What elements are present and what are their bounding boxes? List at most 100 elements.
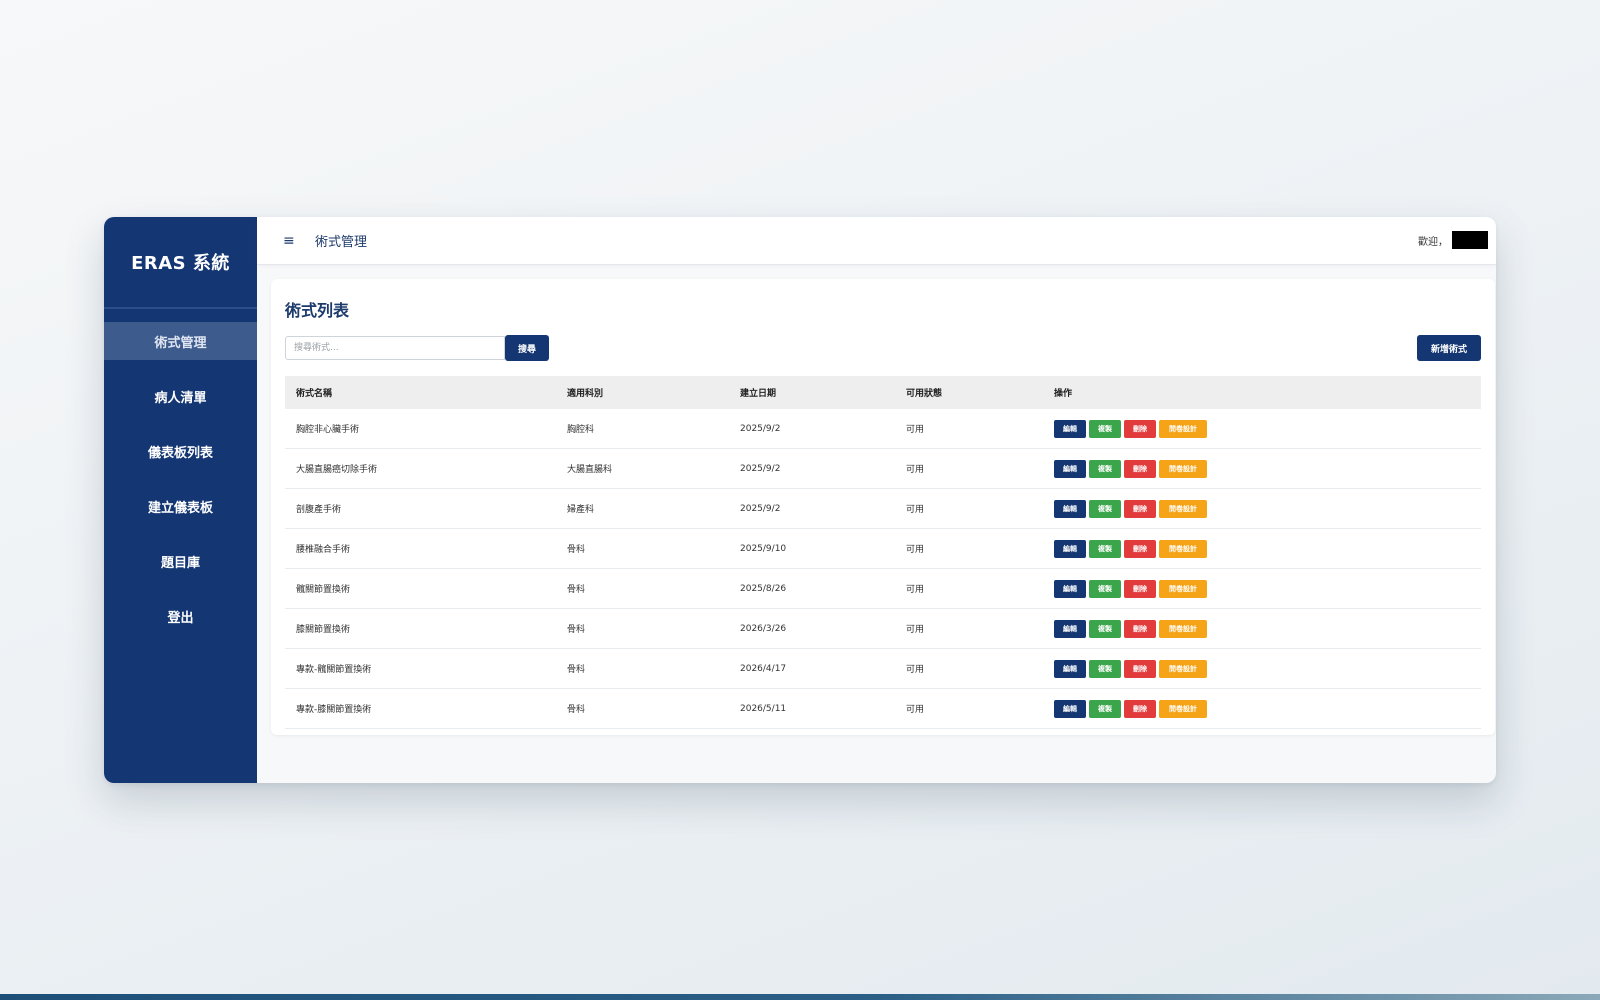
procedure-list-card: 術式列表 搜尋 新增術式 術式名稱 適用科別 建立日期 可用狀態 操作: [271, 279, 1495, 735]
copy-button[interactable]: 複製: [1089, 539, 1121, 558]
main-area: ≡ 術式管理 歡迎， 術式列表 搜尋 新增術式 術式名稱: [257, 217, 1496, 783]
cell-department: 骨科: [556, 528, 729, 569]
column-header-status: 可用狀態: [906, 389, 943, 399]
row-actions: 編輯 複製 刪除 問卷設計: [1054, 659, 1481, 678]
copy-button[interactable]: 複製: [1089, 419, 1121, 438]
cell-department: 骨科: [556, 688, 729, 729]
column-header-name: 術式名稱: [296, 389, 333, 399]
table-row: 專款-髖關節置換術 骨科 2026/4/17 可用 編輯 複製 刪除 問卷設計: [285, 648, 1481, 689]
cell-department: 骨科: [556, 608, 729, 649]
table-row: 胸腔非心臟手術 胸腔科 2025/9/2 可用 編輯 複製 刪除 問卷設計: [285, 409, 1481, 449]
table-header-row: 術式名稱 適用科別 建立日期 可用狀態 操作: [285, 376, 1481, 409]
cell-actions: 編輯 複製 刪除 問卷設計: [1043, 648, 1481, 689]
survey-design-button[interactable]: 問卷設計: [1159, 579, 1207, 598]
copy-button[interactable]: 複製: [1089, 619, 1121, 638]
cell-date: 2025/8/26: [729, 568, 895, 609]
cell-date: 2026/3/26: [729, 608, 895, 649]
cell-department: 骨科: [556, 568, 729, 609]
search-input[interactable]: [285, 336, 505, 360]
edit-button[interactable]: 編輯: [1054, 579, 1086, 598]
delete-button[interactable]: 刪除: [1124, 699, 1156, 718]
brand-logo: ERAS 系統: [104, 217, 257, 309]
copy-button[interactable]: 複製: [1089, 659, 1121, 678]
cell-date: 2026/5/11: [729, 688, 895, 729]
survey-design-button[interactable]: 問卷設計: [1159, 619, 1207, 638]
row-actions: 編輯 複製 刪除 問卷設計: [1054, 699, 1481, 718]
delete-button[interactable]: 刪除: [1124, 459, 1156, 478]
page-title: 術式管理: [315, 235, 368, 250]
survey-design-button[interactable]: 問卷設計: [1159, 539, 1207, 558]
cell-department: 胸腔科: [556, 409, 729, 449]
survey-design-button[interactable]: 問卷設計: [1159, 659, 1207, 678]
cell-name: 腰椎融合手術: [285, 528, 556, 569]
edit-button[interactable]: 編輯: [1054, 619, 1086, 638]
cell-status: 可用: [895, 688, 1043, 729]
sidebar-item-dashboard-list[interactable]: 儀表板列表: [104, 432, 257, 470]
toolbar: 搜尋 新增術式: [285, 335, 1481, 361]
cell-name: 大腸直腸癌切除手術: [285, 448, 556, 489]
delete-button[interactable]: 刪除: [1124, 659, 1156, 678]
table-row: 腰椎融合手術 骨科 2025/9/10 可用 編輯 複製 刪除 問卷設計: [285, 528, 1481, 569]
cell-date: 2026/4/17: [729, 648, 895, 689]
cell-status: 可用: [895, 568, 1043, 609]
cell-department: 骨科: [556, 648, 729, 689]
row-actions: 編輯 複製 刪除 問卷設計: [1054, 419, 1481, 438]
edit-button[interactable]: 編輯: [1054, 539, 1086, 558]
procedure-table: 術式名稱 適用科別 建立日期 可用狀態 操作 胸腔非心臟手術 胸腔科 2025/9/…: [285, 376, 1481, 729]
cell-department: 婦產科: [556, 488, 729, 529]
edit-button[interactable]: 編輯: [1054, 659, 1086, 678]
add-procedure-button[interactable]: 新增術式: [1417, 335, 1481, 361]
copy-button[interactable]: 複製: [1089, 459, 1121, 478]
welcome-text: 歡迎，: [1418, 236, 1448, 248]
cell-name: 膝關節置換術: [285, 608, 556, 649]
delete-button[interactable]: 刪除: [1124, 419, 1156, 438]
copy-button[interactable]: 複製: [1089, 699, 1121, 718]
cell-status: 可用: [895, 648, 1043, 689]
row-actions: 編輯 複製 刪除 問卷設計: [1054, 499, 1481, 518]
table-row: 髖關節置換術 骨科 2025/8/26 可用 編輯 複製 刪除 問卷設計: [285, 568, 1481, 609]
sidebar-item-procedure-management[interactable]: 術式管理: [104, 322, 257, 360]
survey-design-button[interactable]: 問卷設計: [1159, 499, 1207, 518]
user-welcome: 歡迎，: [1418, 231, 1488, 249]
cell-actions: 編輯 複製 刪除 問卷設計: [1043, 568, 1481, 609]
sidebar-item-patient-list[interactable]: 病人清單: [104, 377, 257, 415]
edit-button[interactable]: 編輯: [1054, 419, 1086, 438]
cell-actions: 編輯 複製 刪除 問卷設計: [1043, 488, 1481, 529]
copy-button[interactable]: 複製: [1089, 579, 1121, 598]
survey-design-button[interactable]: 問卷設計: [1159, 419, 1207, 438]
edit-button[interactable]: 編輯: [1054, 699, 1086, 718]
column-header-actions: 操作: [1054, 389, 1073, 399]
edit-button[interactable]: 編輯: [1054, 459, 1086, 478]
card-title: 術式列表: [285, 301, 350, 320]
cell-actions: 編輯 複製 刪除 問卷設計: [1043, 688, 1481, 729]
row-actions: 編輯 複製 刪除 問卷設計: [1054, 539, 1481, 558]
delete-button[interactable]: 刪除: [1124, 499, 1156, 518]
survey-design-button[interactable]: 問卷設計: [1159, 699, 1207, 718]
delete-button[interactable]: 刪除: [1124, 619, 1156, 638]
table-row: 專款-膝關節置換術 骨科 2026/5/11 可用 編輯 複製 刪除 問卷設計: [285, 688, 1481, 729]
cell-name: 剖腹產手術: [285, 488, 556, 529]
sidebar-item-create-dashboard[interactable]: 建立儀表板: [104, 487, 257, 525]
row-actions: 編輯 複製 刪除 問卷設計: [1054, 619, 1481, 638]
app-window: ERAS 系統 術式管理病人清單儀表板列表建立儀表板題目庫登出 ≡ 術式管理 歡…: [104, 217, 1496, 783]
survey-design-button[interactable]: 問卷設計: [1159, 459, 1207, 478]
sidebar-item-logout[interactable]: 登出: [104, 597, 257, 635]
sidebar-item-question-bank[interactable]: 題目庫: [104, 542, 257, 580]
cell-actions: 編輯 複製 刪除 問卷設計: [1043, 528, 1481, 569]
delete-button[interactable]: 刪除: [1124, 539, 1156, 558]
cell-name: 髖關節置換術: [285, 568, 556, 609]
cell-date: 2025/9/2: [729, 488, 895, 529]
bottom-accent-bar: [0, 994, 1600, 1000]
search-button[interactable]: 搜尋: [505, 335, 549, 361]
edit-button[interactable]: 編輯: [1054, 499, 1086, 518]
cell-status: 可用: [895, 528, 1043, 569]
column-header-department: 適用科別: [567, 389, 604, 399]
column-header-date: 建立日期: [740, 389, 777, 399]
sidebar: ERAS 系統 術式管理病人清單儀表板列表建立儀表板題目庫登出: [104, 217, 257, 783]
delete-button[interactable]: 刪除: [1124, 579, 1156, 598]
hamburger-menu-icon[interactable]: ≡: [283, 233, 301, 249]
cell-actions: 編輯 複製 刪除 問卷設計: [1043, 608, 1481, 649]
copy-button[interactable]: 複製: [1089, 499, 1121, 518]
cell-department: 大腸直腸科: [556, 448, 729, 489]
row-actions: 編輯 複製 刪除 問卷設計: [1054, 579, 1481, 598]
